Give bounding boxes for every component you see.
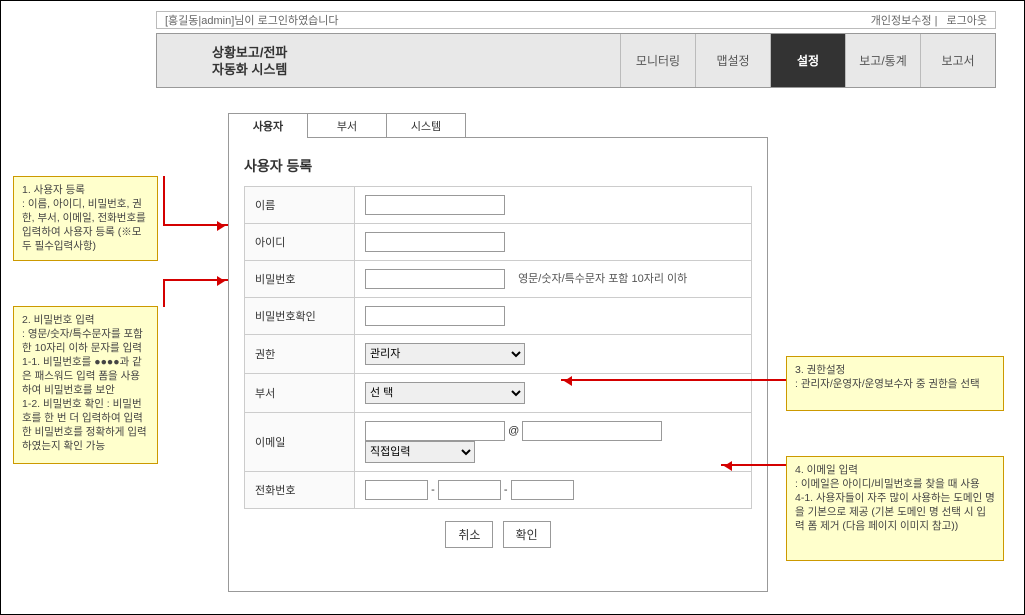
label-email: 이메일 xyxy=(245,413,355,472)
system-title: 상황보고/전파 자동화 시스템 xyxy=(157,34,537,87)
nav-items: 모니터링맵설정설정보고/통계보고서 xyxy=(620,34,995,87)
label-password: 비밀번호 xyxy=(245,261,355,298)
nav-bar: 상황보고/전파 자동화 시스템 모니터링맵설정설정보고/통계보고서 xyxy=(156,33,996,88)
tabs: 사용자부서시스템 xyxy=(228,113,465,138)
callout-password: 2. 비밀번호 입력 : 영문/숫자/특수문자를 포함한 10자리 이하 문자를… xyxy=(13,306,158,464)
label-password-confirm: 비밀번호확인 xyxy=(245,298,355,335)
email-domain-input[interactable] xyxy=(522,421,662,441)
callout-role: 3. 권한설정 : 관리자/운영자/운영보수자 중 권한을 선택 xyxy=(786,356,1004,411)
label-id: 아이디 xyxy=(245,224,355,261)
password-confirm-input[interactable] xyxy=(365,306,505,326)
phone3-input[interactable] xyxy=(511,480,574,500)
arrow-2-h xyxy=(163,279,228,281)
arrow-1-v xyxy=(163,176,165,224)
form-panel: 사용자 등록 이름 아이디 비밀번호 영문/숫자/특수문자 포함 10자리 이하… xyxy=(228,137,768,592)
button-row: 취소 확인 xyxy=(244,521,752,548)
label-phone: 전화번호 xyxy=(245,472,355,509)
cancel-button[interactable]: 취소 xyxy=(445,521,493,548)
top-header: [홍길동|admin]님이 로그인하였습니다 개인정보수정 | 로그아웃 xyxy=(156,11,996,29)
callout-user-register: 1. 사용자 등록 : 이름, 아이디, 비밀번호, 권한, 부서, 이메일, … xyxy=(13,176,158,261)
phone1-input[interactable] xyxy=(365,480,428,500)
password-hint: 영문/숫자/특수문자 포함 10자리 이하 xyxy=(518,273,687,285)
dept-select[interactable]: 선 택 xyxy=(365,382,525,404)
form-title: 사용자 등록 xyxy=(244,156,752,176)
tab-2[interactable]: 시스템 xyxy=(386,113,466,138)
phone2-input[interactable] xyxy=(438,480,501,500)
nav-item-1[interactable]: 맵설정 xyxy=(695,34,770,87)
nav-item-0[interactable]: 모니터링 xyxy=(620,34,695,87)
profile-link[interactable]: 개인정보수정 xyxy=(871,15,932,27)
label-dept: 부서 xyxy=(245,374,355,413)
nav-item-4[interactable]: 보고서 xyxy=(920,34,995,87)
arrow-4-h xyxy=(721,464,786,466)
tab-1[interactable]: 부서 xyxy=(307,113,387,138)
arrow-1-h xyxy=(163,224,228,226)
arrow-2-v xyxy=(163,279,165,307)
header-right: 개인정보수정 | 로그아웃 xyxy=(865,12,987,28)
arrow-3-h xyxy=(561,379,786,381)
form-table: 이름 아이디 비밀번호 영문/숫자/특수문자 포함 10자리 이하 비밀번호확인… xyxy=(244,186,752,509)
callout-email: 4. 이메일 입력 : 이메일은 아이디/비밀번호를 찾을 때 사용4-1. 사… xyxy=(786,456,1004,561)
label-role: 권한 xyxy=(245,335,355,374)
confirm-button[interactable]: 확인 xyxy=(503,521,551,548)
label-name: 이름 xyxy=(245,187,355,224)
id-input[interactable] xyxy=(365,232,505,252)
nav-item-2[interactable]: 설정 xyxy=(770,34,845,87)
email-local-input[interactable] xyxy=(365,421,505,441)
tab-0[interactable]: 사용자 xyxy=(228,113,308,138)
name-input[interactable] xyxy=(365,195,505,215)
email-at: @ xyxy=(508,425,519,437)
password-input[interactable] xyxy=(365,269,505,289)
nav-item-3[interactable]: 보고/통계 xyxy=(845,34,920,87)
role-select[interactable]: 관리자 xyxy=(365,343,525,365)
login-status: [홍길동|admin]님이 로그인하였습니다 xyxy=(165,12,339,28)
logout-link[interactable]: 로그아웃 xyxy=(947,15,987,27)
email-domain-select[interactable]: 직접입력 xyxy=(365,441,475,463)
